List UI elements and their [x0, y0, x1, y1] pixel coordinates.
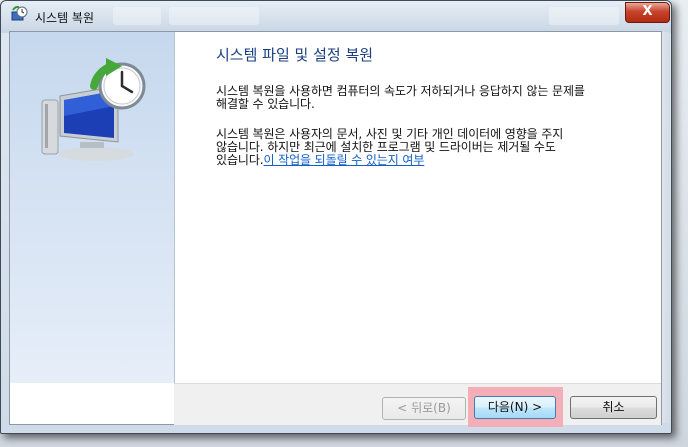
back-button[interactable]: < 뒤로(B): [382, 397, 466, 420]
description-paragraph-2: 시스템 복원은 사용자의 문서, 사진 및 기타 개인 데이터에 영향을 주지 …: [216, 128, 636, 167]
system-restore-icon: [11, 6, 28, 21]
close-icon: X: [642, 4, 653, 19]
title-bar[interactable]: 시스템 복원: [1, 1, 671, 33]
page-title: 시스템 파일 및 설정 복원: [216, 46, 374, 64]
close-button[interactable]: X: [625, 2, 670, 23]
next-button[interactable]: 다음(N) >: [474, 396, 556, 419]
wizard-client-area: 시스템 파일 및 설정 복원 시스템 복원을 사용하면 컴퓨터의 속도가 저하되…: [9, 31, 662, 425]
window-title: 시스템 복원: [35, 11, 95, 25]
undo-info-link[interactable]: 이 작업을 되돌릴 수 있는지 여부: [263, 153, 424, 167]
cancel-button[interactable]: 취소: [570, 396, 657, 419]
background-ghost: [169, 7, 259, 25]
background-ghost: [549, 7, 619, 25]
text-segment: 있습니다.: [216, 153, 264, 167]
description-paragraph-1: 시스템 복원을 사용하면 컴퓨터의 속도가 저하되거나 응답하지 않는 문제를 …: [216, 85, 636, 111]
text-line: 해결할 수 있습니다.: [216, 97, 315, 111]
left-banner-pane: [10, 32, 175, 383]
background-ghost: [113, 7, 161, 25]
text-line: 있습니다.이 작업을 되돌릴 수 있는지 여부: [216, 154, 636, 167]
system-restore-clock-monitor-icon: [41, 58, 146, 161]
